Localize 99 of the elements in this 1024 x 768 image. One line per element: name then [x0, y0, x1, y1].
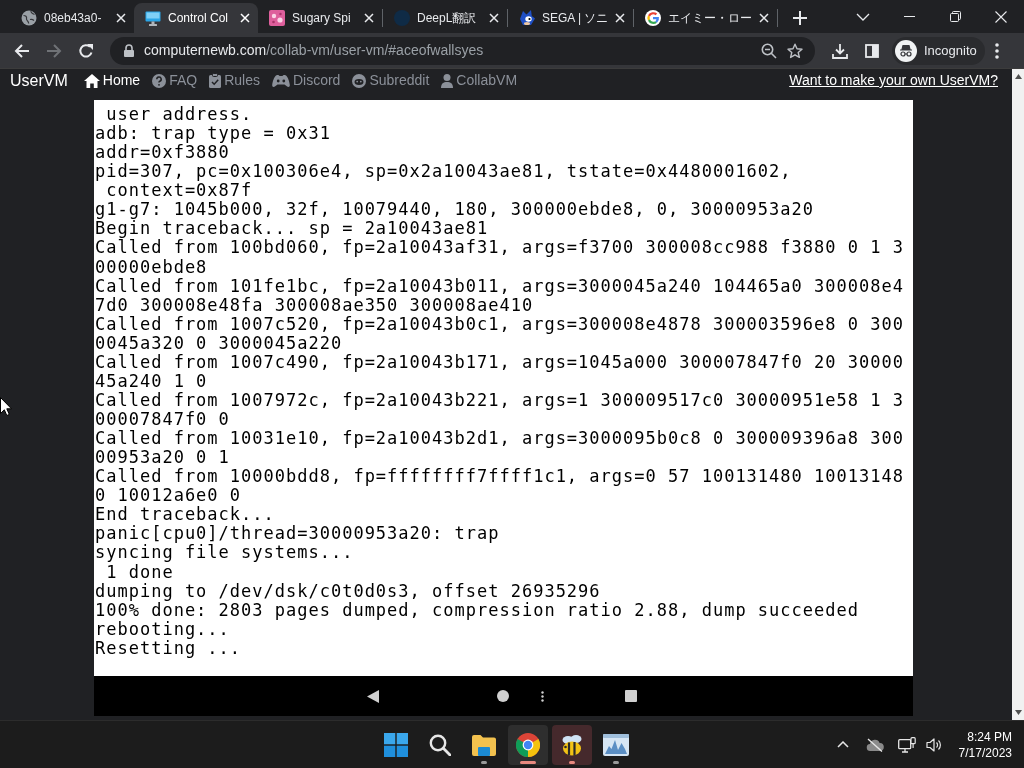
back-arrow-icon[interactable] — [14, 42, 30, 59]
clock-time[interactable]: 8:24 PM — [967, 728, 1012, 745]
console-line: rebooting... — [95, 619, 230, 639]
pattern-tile-icon — [269, 10, 285, 26]
globe-icon — [21, 10, 37, 26]
console-line: g1-g7: 1045b000, 32f, 10079440, 180, 300000ebde8, 0, 30000953a20 — [95, 200, 815, 220]
taskbar-button[interactable] — [552, 724, 592, 765]
cloud-off-icon[interactable] — [865, 737, 884, 752]
cartoon-head-icon — [519, 10, 535, 26]
scroll-down-icon[interactable] — [1014, 710, 1022, 715]
close-icon[interactable] — [995, 10, 1007, 23]
console-line: 100% done: 2803 pages dumped, compression ratio 2.88, dump succeeded — [95, 600, 859, 620]
console-line: pid=307, pc=0x100306e4, sp=0x2a10043ae81, tstate=0x4480001602, — [95, 162, 792, 182]
back-triangle-icon[interactable] — [367, 689, 379, 703]
console-line: Called from 10031e10, fp=2a10043b2d1, args=3000095b0c8 0 300009396a8 300 — [95, 429, 904, 449]
home-icon — [83, 73, 100, 88]
console-line: Called from 1007c520, fp=2a10043b0c1, args=300008e4878 300003596e8 0 300 — [95, 314, 904, 334]
console-line: context=0x87f — [106, 181, 253, 201]
monitor-icon — [145, 10, 161, 26]
start-icon[interactable] — [384, 732, 408, 757]
console-line: 45a240 1 0 — [95, 371, 208, 391]
console-line: Called from 100bd060, fp=2a10043af31, args=f3700 300008cc988 f3880 0 1 3 — [95, 238, 904, 258]
question-circle-icon — [152, 73, 167, 88]
console-line: 00953a20 0 1 — [95, 448, 230, 468]
bee-icon[interactable] — [560, 732, 584, 757]
browser-tab[interactable]: SEGA | ソニ — [508, 3, 634, 33]
taskbar-button[interactable] — [508, 724, 548, 765]
close-icon[interactable] — [759, 13, 770, 23]
console-line: Begin traceback... sp = 2a10043ae81 — [95, 219, 489, 239]
folder-icon[interactable] — [472, 733, 496, 756]
url-text: computernewb.com/collab-vm/user-vm/#aceofwallsyes — [144, 41, 485, 60]
clock-date[interactable]: 7/17/2023 — [958, 744, 1012, 761]
nav-link[interactable]: CollabVM — [441, 70, 518, 91]
lock-icon — [124, 44, 134, 57]
browser-icon[interactable] — [516, 732, 540, 757]
star-icon[interactable] — [787, 42, 803, 59]
plus-icon[interactable] — [793, 11, 808, 25]
console-line: dumping to /dev/dsk/c0t0d0s3, offset 26935296 — [95, 581, 601, 601]
scroll-up-icon[interactable] — [1014, 74, 1022, 79]
zoom-out-icon[interactable] — [761, 42, 777, 59]
close-icon[interactable] — [116, 13, 126, 23]
browser-tab[interactable]: エイミー・ロー — [634, 3, 778, 33]
console-line: adb: trap type = 0x31 — [95, 124, 331, 144]
chart-window-icon[interactable] — [603, 733, 629, 756]
browser-tab[interactable]: Sugary Spi — [258, 3, 382, 33]
console-line: Called from 101fe1bc, fp=2a10043b011, args=3000045a240 104465a0 300008e4 — [95, 276, 904, 296]
restore-icon[interactable] — [949, 11, 961, 22]
minimize-icon[interactable] — [903, 16, 915, 17]
chevron-up-icon[interactable] — [836, 741, 849, 748]
scrollbar[interactable] — [1012, 69, 1024, 720]
console-line: user address. — [105, 105, 253, 125]
person-icon — [441, 73, 454, 88]
incognito-icon — [895, 39, 917, 62]
profile-button[interactable]: Incognito — [892, 36, 985, 65]
browser-tab[interactable]: Control Col — [134, 3, 258, 33]
g-logo-icon — [645, 10, 662, 26]
nav-link[interactable]: FAQ — [152, 70, 198, 91]
browser-tab[interactable]: 08eb43a0- — [10, 3, 134, 33]
search-icon[interactable] — [429, 733, 451, 756]
console-line: addr=0xf3880 — [95, 143, 230, 163]
close-icon[interactable] — [615, 13, 626, 23]
console-line: Resetting ... — [95, 638, 242, 658]
console-line: 1 done — [106, 562, 174, 582]
dots-icon[interactable] — [541, 690, 544, 702]
console-line: 0 10012a6e0 0 — [95, 486, 242, 506]
address-field[interactable]: computernewb.com/collab-vm/user-vm/#aceofwallsyes — [110, 36, 815, 65]
forward-arrow-icon[interactable] — [46, 42, 62, 59]
console-line: 0045a320 0 3000045a220 — [95, 333, 343, 353]
nav-link[interactable]: Discord — [271, 70, 341, 91]
volume-icon[interactable] — [925, 737, 942, 752]
nav-link[interactable]: Subreddit — [352, 70, 430, 91]
close-icon[interactable] — [489, 13, 499, 23]
brand-link[interactable]: UserVM — [10, 68, 68, 93]
signup-link[interactable]: Want to make your own UserVM? — [789, 70, 998, 91]
clipboard-icon — [209, 73, 222, 88]
reload-icon[interactable] — [78, 42, 94, 59]
browser-tab[interactable]: DeepL翻訳 — [383, 3, 507, 33]
nav-link[interactable]: Home — [83, 70, 141, 91]
console-line: syncing file systems... — [95, 543, 354, 563]
console-line: Called from 10000bdd8, fp=ffffffff7ffff1c1, args=0 57 100131480 10013148 — [95, 467, 904, 487]
disc-icon — [394, 10, 410, 26]
game-controller-icon — [271, 73, 290, 88]
round-face-icon — [352, 73, 367, 88]
mouse-pointer-icon — [0, 397, 12, 416]
console-line: End traceback... — [95, 505, 275, 525]
chevron-down-icon[interactable] — [856, 12, 870, 21]
console-line: panic[cpu0]/thread=30000953a20: trap — [95, 524, 500, 544]
console-line: Called from 1007c490, fp=2a10043b171, args=1045a000 300007847f0 20 30000 — [95, 352, 904, 372]
nav-link[interactable]: Rules — [209, 70, 260, 91]
console-line: 00000ebde8 — [95, 257, 208, 277]
console-line: 7d0 300008e48fa 300008ae350 300008ae410 — [95, 295, 534, 315]
close-icon[interactable] — [364, 13, 374, 23]
home-circle-icon[interactable] — [497, 690, 509, 702]
download-icon[interactable] — [832, 42, 848, 59]
network-icon[interactable] — [897, 736, 916, 753]
console-line: 00007847f0 0 — [95, 410, 230, 430]
console-line: Called from 1007972c, fp=2a10043b221, args=1 300009517c0 30000951e58 1 3 — [95, 390, 904, 410]
side-panel-icon[interactable] — [865, 43, 879, 58]
more-menu-icon[interactable] — [994, 42, 999, 59]
